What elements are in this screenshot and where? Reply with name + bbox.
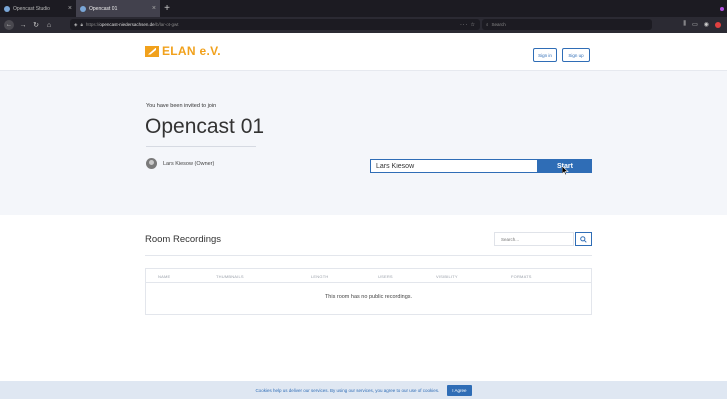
recordings-section: Room Recordings NAME THUMBNAILS LENGTH U… [0, 215, 727, 381]
globe-icon [80, 5, 86, 12]
account-icon[interactable]: ◉ [704, 21, 709, 28]
home-icon[interactable]: ⌂ [45, 22, 53, 29]
search-placeholder: Search [491, 22, 506, 27]
logo-icon [145, 45, 159, 57]
extension-icon[interactable] [715, 21, 721, 28]
back-arrow-icon[interactable]: ← [4, 20, 14, 30]
new-tab-button[interactable]: + [160, 0, 174, 17]
column-header-users[interactable]: USERS [378, 274, 393, 279]
table-header: NAME THUMBNAILS LENGTH USERS VISIBILITY … [146, 269, 591, 283]
divider [145, 255, 592, 256]
tab-opencast-01[interactable]: Opencast 01 × [76, 0, 160, 17]
cookie-banner: Cookies help us deliver our services. By… [0, 381, 727, 399]
site-header: ELAN e.V. Sign in Sign up [0, 33, 727, 71]
avatar [146, 158, 157, 169]
agree-cookies-button[interactable]: I Agree [447, 384, 472, 396]
column-header-visibility[interactable]: VISIBILITY [436, 274, 458, 279]
tab-label: Opencast Studio [13, 5, 50, 12]
recordings-search-input[interactable] [494, 232, 574, 246]
room-owner: Lars Kiesow (Owner) [146, 158, 214, 169]
tab-label: Opencast 01 [89, 5, 118, 12]
column-header-thumbnails[interactable]: THUMBNAILS [216, 274, 244, 279]
page-actions-icon[interactable]: ··· ☆ [460, 22, 476, 28]
url-bar[interactable]: ◈ 🔒︎ https://opencast-niedersachsen.de/b… [70, 19, 480, 30]
sidebar-icon[interactable]: ▭ [692, 21, 698, 28]
mouse-cursor-icon [562, 166, 569, 175]
tab-opencast-studio[interactable]: Opencast Studio × [0, 0, 76, 17]
search-icon [580, 235, 587, 243]
reload-icon[interactable]: ↻ [32, 21, 40, 29]
shield-icon: ◈ [74, 21, 78, 27]
invite-label: You have been invited to join [146, 103, 217, 109]
url-protocol: https:// [85, 22, 100, 27]
recordings-title: Room Recordings [145, 234, 222, 245]
sign-in-button[interactable]: Sign in [533, 48, 557, 62]
browser-nav-bar: ← → ↻ ⌂ ◈ 🔒︎ https://opencast-niedersach… [0, 17, 727, 33]
column-header-name[interactable]: NAME [158, 274, 170, 279]
url-host: opencast-niedersachsen.de [99, 22, 155, 27]
browser-tab-bar: Opencast Studio × Opencast 01 × + [0, 0, 727, 17]
search-icon: ⌕ [486, 22, 489, 27]
browser-search-field[interactable]: ⌕ Search [482, 19, 652, 30]
toolbar-icons: ⫼ ▭ ◉ [683, 19, 721, 30]
empty-recordings-message: This room has no public recordings. [324, 294, 413, 300]
lock-icon: 🔒︎ [80, 22, 83, 27]
url-path: /b/lar-ot-gwt [154, 22, 179, 27]
library-icon[interactable]: ⫼ [683, 21, 686, 28]
sign-up-button[interactable]: Sign up [562, 48, 590, 62]
close-icon[interactable]: × [68, 5, 72, 12]
recordings-table: NAME THUMBNAILS LENGTH USERS VISIBILITY … [145, 268, 592, 315]
globe-icon [4, 5, 10, 12]
extension-icon[interactable] [717, 0, 727, 17]
room-title: Opencast 01 [145, 115, 265, 138]
logo-text: ELAN e.V. [162, 44, 221, 58]
column-header-length[interactable]: LENGTH [311, 274, 328, 279]
join-name-input[interactable] [370, 159, 538, 173]
recordings-search-button[interactable] [575, 232, 592, 246]
site-logo[interactable]: ELAN e.V. [145, 44, 221, 58]
owner-name: Lars Kiesow (Owner) [163, 160, 215, 167]
divider [146, 146, 256, 147]
close-icon[interactable]: × [152, 5, 156, 12]
forward-arrow-icon[interactable]: → [19, 22, 27, 29]
column-header-formats[interactable]: FORMATS [511, 274, 532, 279]
cookie-message: Cookies help us deliver our services. By… [255, 387, 440, 393]
invite-section: You have been invited to join Opencast 0… [0, 71, 727, 215]
